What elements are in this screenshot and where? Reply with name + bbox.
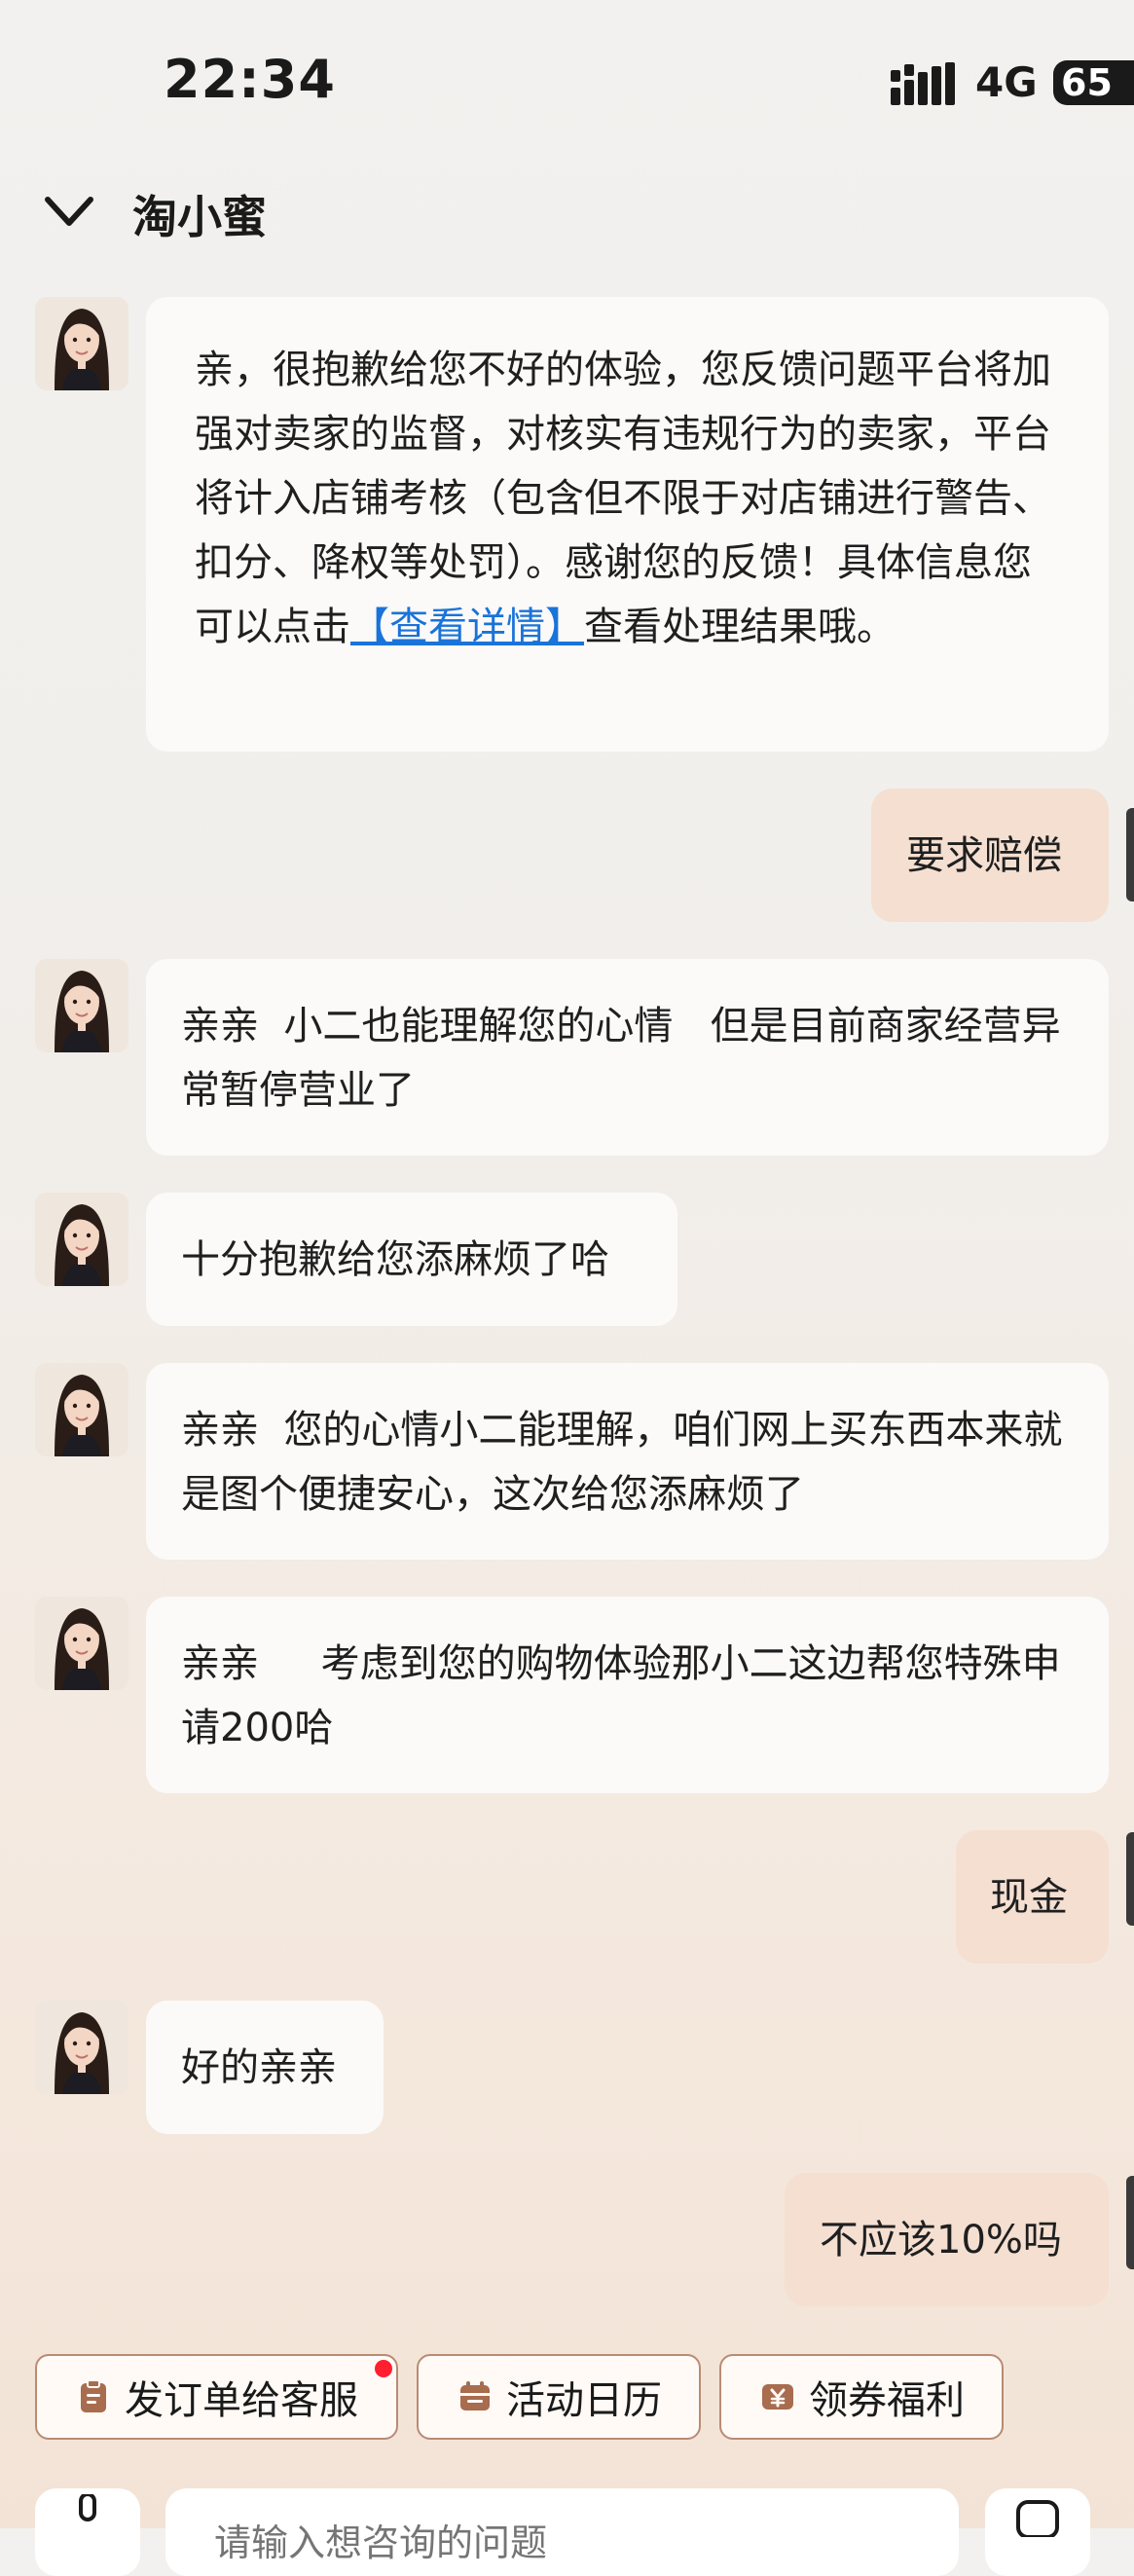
agent-message-bubble: 亲亲 考虑到您的购物体验那小二这边帮您特殊申请200哈 xyxy=(146,1597,1109,1793)
activity-calendar-button[interactable]: 活动日历 xyxy=(417,2354,701,2440)
user-message-bubble: 不应该10%吗 xyxy=(785,2173,1109,2306)
calendar-icon xyxy=(460,2381,490,2410)
status-time: 22:34 xyxy=(164,49,336,110)
send-order-button[interactable]: 发订单给客服 xyxy=(35,2354,398,2440)
agent-avatar[interactable] xyxy=(35,297,128,390)
edge-avatar-fragment xyxy=(1126,2176,1134,2269)
more-options-button[interactable] xyxy=(985,2488,1090,2576)
edge-avatar-fragment xyxy=(1126,808,1134,902)
user-message-bubble: 现金 xyxy=(956,1830,1109,1964)
input-bar xyxy=(0,2488,1134,2576)
agent-message-bubble: 十分抱歉给您添麻烦了哈 xyxy=(146,1193,677,1326)
message-text-continued: 查看处理结果哦。 xyxy=(584,605,896,649)
coupon-yuan-icon xyxy=(762,2384,793,2410)
agent-avatar[interactable] xyxy=(35,959,128,1052)
voice-input-button[interactable] xyxy=(35,2488,140,2576)
network-type: 4G xyxy=(975,58,1038,106)
agent-avatar[interactable] xyxy=(35,1597,128,1690)
agent-avatar[interactable] xyxy=(35,1363,128,1456)
edge-avatar-fragment xyxy=(1126,1832,1134,1926)
battery-indicator: 65 xyxy=(1053,60,1134,105)
send-order-label: 发订单给客服 xyxy=(125,2378,358,2423)
message-input[interactable] xyxy=(165,2488,959,2576)
chat-title: 淘小蜜 xyxy=(132,191,267,243)
clipboard-icon xyxy=(81,2379,106,2412)
coupon-benefits-label: 领券福利 xyxy=(809,2378,965,2423)
agent-avatar[interactable] xyxy=(35,1193,128,1286)
status-bar: 22:34 4G 65 xyxy=(0,0,1134,166)
chat-header: 淘小蜜 xyxy=(0,170,1134,258)
chevron-down-icon[interactable] xyxy=(44,192,94,231)
agent-message-bubble: 好的亲亲 xyxy=(146,2001,384,2134)
agent-message-bubble: 亲，很抱歉给您不好的体验，您反馈问题平台将加强对卖家的监督，对核实有违规行为的卖… xyxy=(146,297,1109,752)
quick-actions-bar: 发订单给客服 活动日历 领券福利 xyxy=(0,2348,1134,2446)
microphone-icon xyxy=(79,2494,96,2521)
add-icon xyxy=(1016,2500,1059,2537)
activity-calendar-label: 活动日历 xyxy=(506,2378,662,2423)
user-message-bubble: 要求赔偿 xyxy=(871,789,1109,922)
agent-message-bubble: 亲亲 您的心情小二能理解，咱们网上买东西本来就是图个便捷安心，这次给您添麻烦了 xyxy=(146,1363,1109,1560)
coupon-benefits-button[interactable]: 领券福利 xyxy=(719,2354,1004,2440)
notification-badge xyxy=(375,2360,392,2377)
view-details-link[interactable]: 【查看详情】 xyxy=(350,605,584,649)
agent-avatar[interactable] xyxy=(35,2001,128,2094)
agent-message-bubble: 亲亲 小二也能理解您的心情 但是目前商家经营异常暂停营业了 xyxy=(146,959,1109,1156)
signal-strength-icon xyxy=(891,62,955,105)
